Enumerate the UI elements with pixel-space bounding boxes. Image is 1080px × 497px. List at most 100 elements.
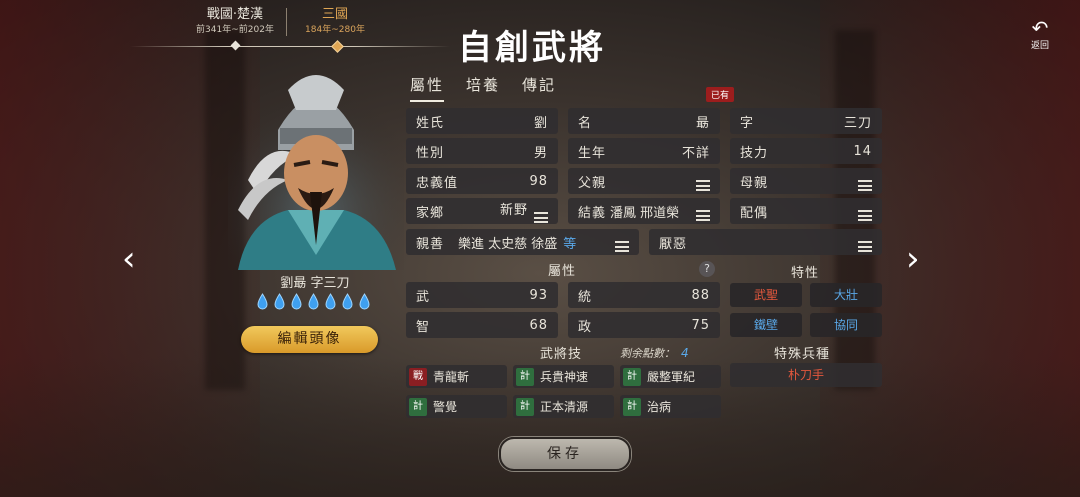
remaining-points: 剩余點數： 4 xyxy=(620,345,689,361)
tab-attributes[interactable]: 屬性 xyxy=(410,74,445,102)
field-label: 生年 xyxy=(578,145,607,161)
field-label: 母親 xyxy=(740,175,769,191)
help-icon[interactable]: ? xyxy=(699,261,715,277)
era-years: 前341年~前202年 xyxy=(196,25,274,35)
menu-icon xyxy=(615,241,629,252)
skill-slot[interactable]: 計 治病 xyxy=(620,395,721,418)
field-label: 忠義值 xyxy=(416,175,459,191)
field-value: 93 xyxy=(529,287,548,303)
era-divider xyxy=(286,8,287,36)
prev-arrow-icon[interactable]: ‹ xyxy=(122,242,136,276)
field-label: 字 xyxy=(740,115,755,131)
field-label: 配偶 xyxy=(740,205,769,221)
hometown-field[interactable]: 家鄉 新野 xyxy=(406,198,558,224)
field-value: 88 xyxy=(691,287,710,303)
field-value: 68 xyxy=(529,317,548,333)
skill-slot[interactable]: 計 警覺 xyxy=(406,395,507,418)
era-name: 三國 xyxy=(321,7,348,22)
attributes-header: 屬性 xyxy=(548,264,577,279)
field-value: 75 xyxy=(691,317,710,333)
skill-label: 兵貴神速 xyxy=(540,370,589,384)
water-drop-icon xyxy=(324,293,336,310)
spouse-field[interactable]: 配偶 xyxy=(730,198,882,224)
field-label: 結義 xyxy=(578,205,607,221)
remaining-value: 4 xyxy=(681,346,689,360)
skill-slot[interactable]: 戰 青龍斬 xyxy=(406,365,507,388)
skill-label: 警覺 xyxy=(433,400,458,414)
field-label: 家鄉 xyxy=(416,205,445,221)
trait-item[interactable]: 大壯 xyxy=(810,283,882,307)
dislike-field[interactable]: 厭惡 xyxy=(649,229,882,255)
surname-field[interactable]: 姓氏 劉 xyxy=(406,108,558,134)
trait-item[interactable]: 武聖 xyxy=(730,283,802,307)
skill-power-field: 技力 14 xyxy=(730,138,882,164)
tab-training[interactable]: 培養 xyxy=(466,74,500,102)
attr-intelligence[interactable]: 智 68 xyxy=(406,312,558,338)
page-title: 自創武將 xyxy=(458,28,606,68)
era-timeline xyxy=(130,46,450,47)
era-tab-warring-states[interactable]: 戰國·楚漢 前341年~前202年 xyxy=(185,6,285,40)
field-label: 政 xyxy=(578,319,593,335)
attr-leadership[interactable]: 統 88 xyxy=(568,282,720,308)
friends-field[interactable]: 親善 樂進 太史慈 徐盛 等 xyxy=(406,229,639,255)
era-marker-active xyxy=(331,40,344,53)
field-value: 不詳 xyxy=(681,145,710,161)
skill-label: 正本清源 xyxy=(540,400,589,414)
menu-icon xyxy=(858,180,872,191)
traits-header: 特性 xyxy=(791,266,820,281)
era-name: 戰國·楚漢 xyxy=(206,7,264,22)
courtesy-name-field[interactable]: 字 三刀 xyxy=(730,108,882,134)
field-label: 父親 xyxy=(578,175,607,191)
field-label: 親善 xyxy=(416,236,445,252)
skill-type-tag: 計 xyxy=(516,367,534,386)
tab-biography[interactable]: 傳記 xyxy=(522,74,556,102)
back-button[interactable]: ↶ 返回 xyxy=(1022,18,1058,51)
field-value: 男 xyxy=(533,145,548,161)
attr-war[interactable]: 武 93 xyxy=(406,282,558,308)
owned-badge: 已有 xyxy=(706,87,735,102)
skill-slot[interactable]: 計 正本清源 xyxy=(513,395,614,418)
field-value: 劉 xyxy=(533,115,548,131)
menu-icon xyxy=(858,210,872,221)
mother-field[interactable]: 母親 xyxy=(730,168,882,194)
sworn-siblings-field[interactable]: 結義 潘鳳 邢道榮 xyxy=(568,198,720,224)
save-button[interactable]: 保存 xyxy=(499,437,631,471)
era-years: 184年~280年 xyxy=(305,25,365,35)
field-value: 朂 xyxy=(695,115,710,131)
special-troop-header: 特殊兵種 xyxy=(774,347,831,362)
menu-icon xyxy=(534,212,548,223)
next-arrow-icon[interactable]: › xyxy=(906,242,920,276)
skill-type-tag: 戰 xyxy=(409,367,427,386)
special-troop-slot[interactable]: 朴刀手 xyxy=(730,363,882,387)
tab-bar: 屬性 培養 傳記 xyxy=(410,74,556,102)
skill-type-tag: 計 xyxy=(623,367,641,386)
water-drop-icon xyxy=(341,293,353,310)
field-value: 新野 xyxy=(499,203,528,218)
skill-slot[interactable]: 計 兵貴神速 xyxy=(513,365,614,388)
menu-icon xyxy=(858,241,872,252)
field-label: 智 xyxy=(416,319,431,335)
skill-drops xyxy=(248,293,378,310)
menu-icon xyxy=(696,180,710,191)
trait-item[interactable]: 協同 xyxy=(810,313,882,337)
field-value: 樂進 太史慈 徐盛 xyxy=(458,236,558,252)
field-label: 武 xyxy=(416,289,431,305)
trait-item[interactable]: 鐵壁 xyxy=(730,313,802,337)
given-name-field[interactable]: 名 朂 xyxy=(568,108,720,134)
gender-field[interactable]: 性別 男 xyxy=(406,138,558,164)
field-label: 性別 xyxy=(416,145,445,161)
father-field[interactable]: 父親 xyxy=(568,168,720,194)
birth-year-field[interactable]: 生年 不詳 xyxy=(568,138,720,164)
skill-label: 青龍斬 xyxy=(433,370,470,384)
era-tab-three-kingdoms[interactable]: 三國 184年~280年 xyxy=(285,6,385,40)
field-value: 三刀 xyxy=(843,115,872,131)
skill-slot[interactable]: 計 嚴整軍紀 xyxy=(620,365,721,388)
attr-politics[interactable]: 政 75 xyxy=(568,312,720,338)
water-drop-icon xyxy=(307,293,319,310)
era-selector: 戰國·楚漢 前341年~前202年 三國 184年~280年 xyxy=(185,6,385,40)
field-value: 98 xyxy=(529,173,548,189)
edit-portrait-button[interactable]: 編輯頭像 xyxy=(241,326,378,353)
loyalty-field[interactable]: 忠義值 98 xyxy=(406,168,558,194)
general-portrait xyxy=(228,70,404,270)
water-drop-icon xyxy=(273,293,285,310)
